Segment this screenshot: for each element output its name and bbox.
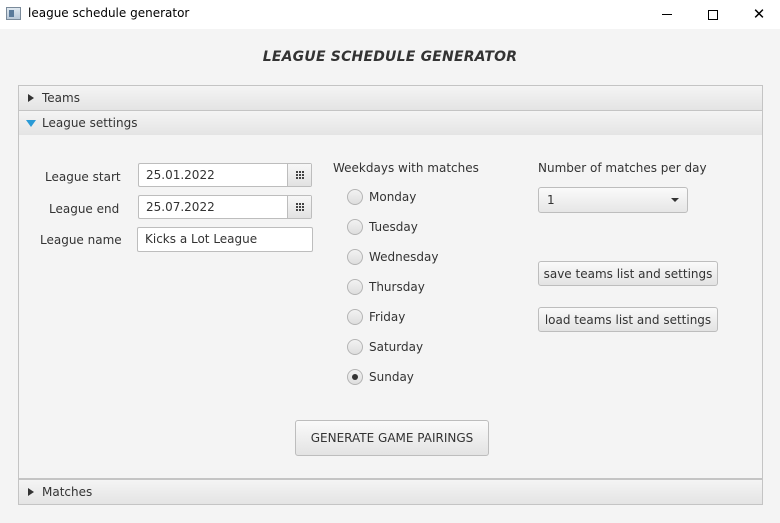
- weekday-radio-thursday[interactable]: Thursday: [347, 278, 425, 296]
- save-settings-button[interactable]: save teams list and settings: [538, 261, 718, 286]
- app-icon: [6, 7, 21, 20]
- league-start-label: League start: [45, 170, 121, 184]
- close-button[interactable]: ✕: [736, 0, 780, 29]
- minimize-button[interactable]: [644, 0, 690, 29]
- radio-button[interactable]: [347, 339, 363, 355]
- league-end-datepicker[interactable]: 25.07.2022: [138, 195, 312, 219]
- pane-settings-label: League settings: [42, 116, 138, 130]
- weekday-label: Tuesday: [369, 220, 418, 234]
- weekday-radio-friday[interactable]: Friday: [347, 308, 405, 326]
- pane-teams-label: Teams: [42, 91, 80, 105]
- calendar-icon: [295, 203, 304, 211]
- matches-per-day-label: Number of matches per day: [538, 161, 707, 175]
- maximize-icon: [708, 9, 718, 20]
- weekday-radio-monday[interactable]: Monday: [347, 188, 416, 206]
- pane-matches-label: Matches: [42, 485, 93, 499]
- pane-matches-header[interactable]: Matches: [18, 479, 763, 505]
- weekday-label: Wednesday: [369, 250, 439, 264]
- weekday-label: Friday: [369, 310, 406, 324]
- radio-selected-dot: [352, 374, 358, 380]
- league-name-input[interactable]: Kicks a Lot League: [137, 227, 313, 252]
- league-start-datepicker[interactable]: 25.01.2022: [138, 163, 312, 187]
- league-name-label: League name: [40, 233, 122, 247]
- radio-button[interactable]: [347, 309, 363, 325]
- matches-per-day-value: 1: [547, 193, 555, 207]
- maximize-button[interactable]: [690, 0, 736, 29]
- chevron-down-icon: [26, 119, 36, 127]
- radio-button[interactable]: [347, 249, 363, 265]
- weekday-radio-wednesday[interactable]: Wednesday: [347, 248, 438, 266]
- weekday-radio-saturday[interactable]: Saturday: [347, 338, 423, 356]
- title-bar: league schedule generator ✕: [0, 0, 780, 29]
- league-start-calendar-button[interactable]: [287, 164, 311, 186]
- pane-settings-header[interactable]: League settings: [18, 110, 763, 136]
- weekday-label: Thursday: [369, 280, 425, 294]
- chevron-right-icon: [28, 488, 34, 496]
- radio-button[interactable]: [347, 189, 363, 205]
- pane-teams-header[interactable]: Teams: [18, 85, 763, 111]
- weekday-label: Saturday: [369, 340, 424, 354]
- weekday-label: Sunday: [369, 370, 414, 384]
- weekday-label: Monday: [369, 190, 417, 204]
- weekday-radio-tuesday[interactable]: Tuesday: [347, 218, 418, 236]
- weekdays-label: Weekdays with matches: [333, 161, 479, 175]
- league-end-input[interactable]: 25.07.2022: [139, 196, 287, 218]
- radio-button[interactable]: [347, 279, 363, 295]
- radio-button-selected[interactable]: [347, 369, 363, 385]
- matches-per-day-select[interactable]: 1: [538, 187, 688, 213]
- league-end-label: League end: [49, 202, 120, 216]
- radio-button[interactable]: [347, 219, 363, 235]
- page-title: LEAGUE SCHEDULE GENERATOR: [262, 49, 518, 65]
- close-icon: ✕: [752, 5, 766, 23]
- load-settings-button[interactable]: load teams list and settings: [538, 307, 718, 332]
- minimize-icon: [662, 14, 672, 15]
- league-end-calendar-button[interactable]: [287, 196, 311, 218]
- calendar-icon: [295, 171, 304, 179]
- generate-pairings-button[interactable]: GENERATE GAME PAIRINGS: [295, 420, 489, 456]
- league-start-input[interactable]: 25.01.2022: [139, 164, 287, 186]
- weekday-radio-sunday[interactable]: Sunday: [347, 368, 414, 386]
- chevron-down-icon: [671, 198, 679, 202]
- chevron-right-icon: [28, 94, 34, 102]
- window-title: league schedule generator: [28, 6, 190, 20]
